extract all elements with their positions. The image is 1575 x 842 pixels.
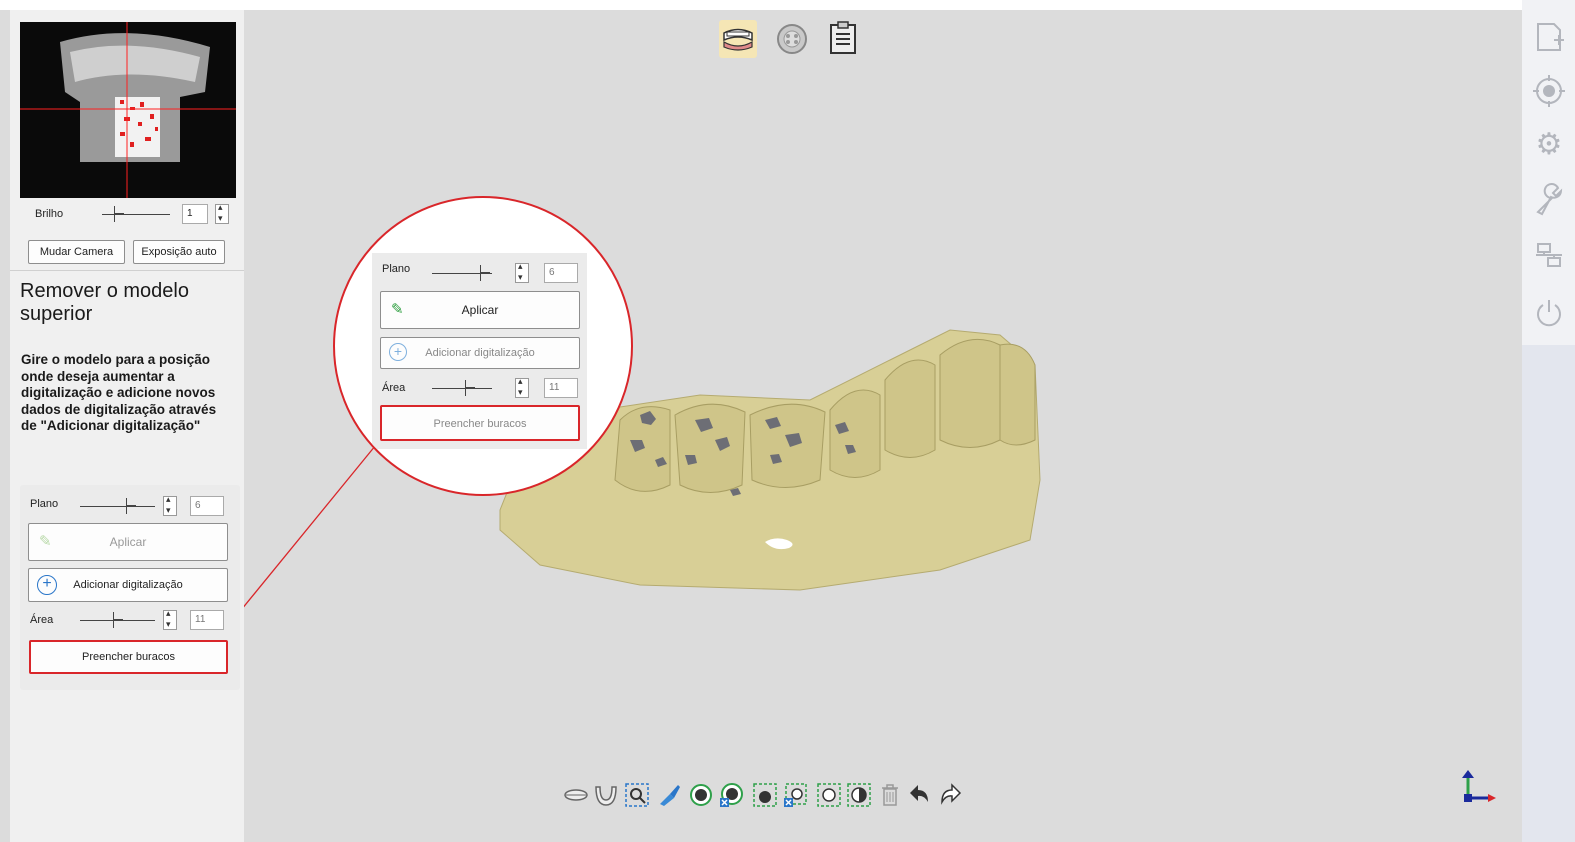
power-icon[interactable] (1532, 296, 1566, 330)
view-select-icon[interactable] (688, 782, 714, 808)
settings-icon[interactable]: ⚙ (1532, 128, 1566, 162)
invert-select-icon[interactable] (846, 782, 872, 808)
box-select-icon[interactable] (752, 782, 778, 808)
area-spinner[interactable] (163, 608, 177, 630)
zoom-plane-spinner[interactable] (515, 261, 529, 283)
brightness-value[interactable]: 1 (182, 204, 208, 224)
area-label: Área (30, 614, 54, 626)
undo-icon[interactable] (906, 782, 932, 808)
add-scan-button[interactable]: + Adicionar digitalização (28, 568, 228, 602)
brightness-spinner[interactable] (215, 202, 229, 224)
upper-jaw-icon[interactable] (563, 782, 589, 808)
plane-spinner[interactable] (163, 494, 177, 516)
panel-description: Gire o modelo para a posição onde deseja… (21, 352, 217, 434)
zoom-plane-value[interactable]: 6 (544, 263, 578, 283)
area-value[interactable]: 11 (190, 610, 224, 630)
plus-circle-icon: + (37, 575, 57, 595)
view-deselect-icon[interactable] (718, 782, 744, 808)
zoom-fill-holes-button[interactable]: Preencher buracos (380, 405, 580, 441)
delete-icon[interactable] (877, 782, 903, 808)
fill-holes-button[interactable]: Preencher buracos (29, 640, 228, 674)
scan-tools-panel: Plano 6 ✎ Aplicar + Adicionar digitaliza… (20, 485, 240, 690)
box-deselect-icon[interactable] (782, 782, 808, 808)
apply-button[interactable]: ✎ Aplicar (28, 523, 228, 561)
plus-circle-icon: + (389, 343, 407, 361)
wrench-icon[interactable] (1532, 182, 1566, 216)
zoom-area-value[interactable]: 11 (544, 378, 578, 398)
zoom-add-scan-button[interactable]: + Adicionar digitalização (380, 337, 580, 369)
zoom-fit-icon[interactable] (624, 782, 650, 808)
lower-jaw-icon[interactable] (593, 782, 619, 808)
apply-label: Aplicar (109, 535, 147, 549)
brush-select-icon[interactable] (656, 782, 682, 808)
plane-label: Plano (30, 498, 59, 510)
zoom-plane-label: Plano (382, 263, 411, 275)
target-icon[interactable] (1532, 74, 1566, 108)
axis-indicator-icon (1462, 770, 1496, 802)
add-scan-label: Adicionar digitalização (73, 579, 183, 591)
zoom-apply-label: Aplicar (461, 303, 499, 317)
right-toolbar: ⚙ (1522, 0, 1575, 842)
apply-icon: ✎ (391, 301, 404, 318)
zoom-fill-holes-label: Preencher buracos (433, 418, 527, 430)
camera-preview (20, 22, 236, 198)
apply-icon: ✎ (39, 533, 52, 550)
network-icon[interactable] (1532, 238, 1566, 272)
switch-camera-button[interactable]: Mudar Camera (28, 240, 125, 264)
zoom-area-spinner[interactable] (515, 376, 529, 398)
plane-value[interactable]: 6 (190, 496, 224, 516)
rect-select-icon[interactable] (816, 782, 842, 808)
zoom-add-scan-label: Adicionar digitalização (425, 347, 535, 359)
new-case-icon[interactable] (1532, 20, 1566, 54)
fill-holes-label: Preencher buracos (82, 651, 175, 663)
zoom-apply-button[interactable]: ✎ Aplicar (380, 291, 580, 329)
panel-title: Remover o modelo superior (20, 280, 189, 325)
brightness-label: Brilho (35, 208, 64, 220)
auto-exposure-button[interactable]: Exposição auto (133, 240, 225, 264)
zoom-area-label: Área (382, 382, 406, 394)
redo-icon[interactable] (938, 782, 964, 808)
zoom-callout: Plano 6 ✎ Aplicar + Adicionar digitaliza… (333, 196, 633, 496)
